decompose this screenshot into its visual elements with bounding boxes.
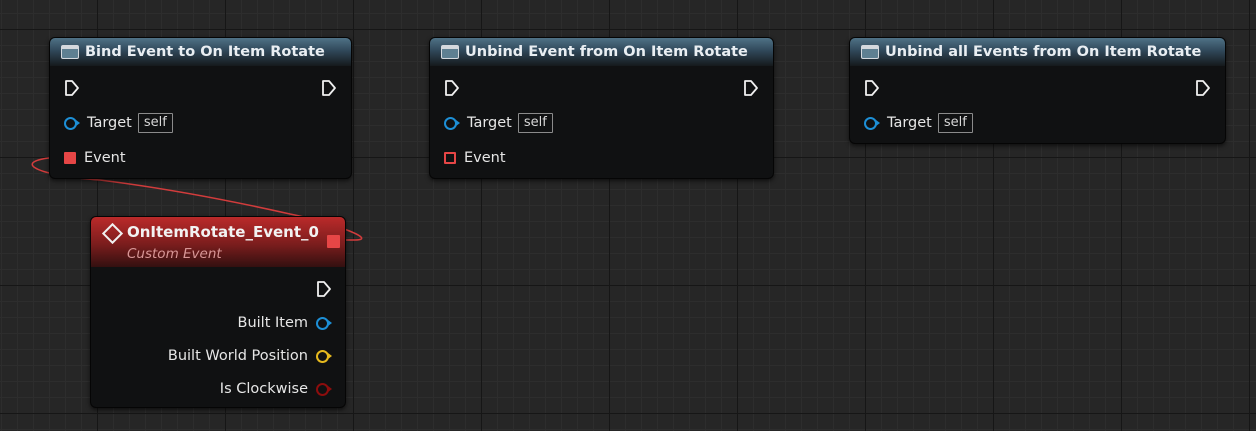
target-label: Target <box>887 115 932 131</box>
delegate-pin-icon[interactable] <box>444 152 456 164</box>
vector-pin-icon[interactable] <box>316 349 332 363</box>
exec-in-pin-icon[interactable] <box>64 79 80 97</box>
unbind-all-events-header[interactable]: Unbind all Events from On Item Rotate <box>850 38 1225 66</box>
event-label: Event <box>464 150 506 166</box>
exec-out-pin-icon[interactable] <box>743 79 759 97</box>
event-pin-row[interactable]: Event <box>64 148 126 168</box>
node-title: Unbind all Events from On Item Rotate <box>885 44 1202 60</box>
bind-event-header[interactable]: Bind Event to On Item Rotate <box>50 38 351 66</box>
node-title: Bind Event to On Item Rotate <box>85 44 325 60</box>
exec-in-pin-icon[interactable] <box>864 79 880 97</box>
unbind-event-header[interactable]: Unbind Event from On Item Rotate <box>430 38 773 66</box>
target-label: Target <box>467 115 512 131</box>
target-label: Target <box>87 115 132 131</box>
object-pin-icon[interactable] <box>864 116 880 130</box>
output-label: Is Clockwise <box>219 381 308 397</box>
unbind-all-events-node[interactable]: Unbind all Events from On Item Rotate Ta… <box>849 37 1226 144</box>
is-clockwise-pin-row[interactable]: Is Clockwise <box>219 379 332 399</box>
event-diamond-icon <box>101 222 124 245</box>
bind-event-node[interactable]: Bind Event to On Item Rotate Target self… <box>49 37 352 179</box>
built-item-pin-row[interactable]: Built Item <box>238 313 332 333</box>
target-self-value[interactable]: self <box>937 113 973 133</box>
custom-event-header[interactable]: OnItemRotate_Event_0 Custom Event <box>91 217 345 267</box>
target-self-value[interactable]: self <box>137 113 173 133</box>
function-icon <box>441 45 459 59</box>
exec-out-pin-icon[interactable] <box>321 79 337 97</box>
bool-pin-icon[interactable] <box>316 382 332 396</box>
object-pin-icon[interactable] <box>444 116 460 130</box>
event-pin-row[interactable]: Event <box>444 148 506 168</box>
target-pin-row[interactable]: Target self <box>64 113 173 133</box>
function-icon <box>61 45 79 59</box>
exec-out-pin-icon[interactable] <box>316 280 332 298</box>
output-label: Built Item <box>237 315 309 331</box>
output-label: Built World Position <box>167 348 308 364</box>
object-pin-icon[interactable] <box>316 316 332 330</box>
custom-event-node[interactable]: OnItemRotate_Event_0 Custom Event Built … <box>90 216 346 408</box>
delegate-output-pin-icon[interactable] <box>327 235 340 248</box>
unbind-event-node[interactable]: Unbind Event from On Item Rotate Target … <box>429 37 774 179</box>
event-label: Event <box>84 150 126 166</box>
target-self-value[interactable]: self <box>517 113 553 133</box>
custom-event-title: OnItemRotate_Event_0 <box>127 223 319 241</box>
custom-event-subtitle: Custom Event <box>127 246 222 262</box>
function-icon <box>861 45 879 59</box>
target-pin-row[interactable]: Target self <box>444 113 553 133</box>
target-pin-row[interactable]: Target self <box>864 113 973 133</box>
exec-out-pin-icon[interactable] <box>1195 79 1211 97</box>
delegate-pin-icon[interactable] <box>64 152 76 164</box>
object-pin-icon[interactable] <box>64 116 80 130</box>
built-world-position-pin-row[interactable]: Built World Position <box>167 346 332 366</box>
node-title: Unbind Event from On Item Rotate <box>465 44 748 60</box>
exec-in-pin-icon[interactable] <box>444 79 460 97</box>
